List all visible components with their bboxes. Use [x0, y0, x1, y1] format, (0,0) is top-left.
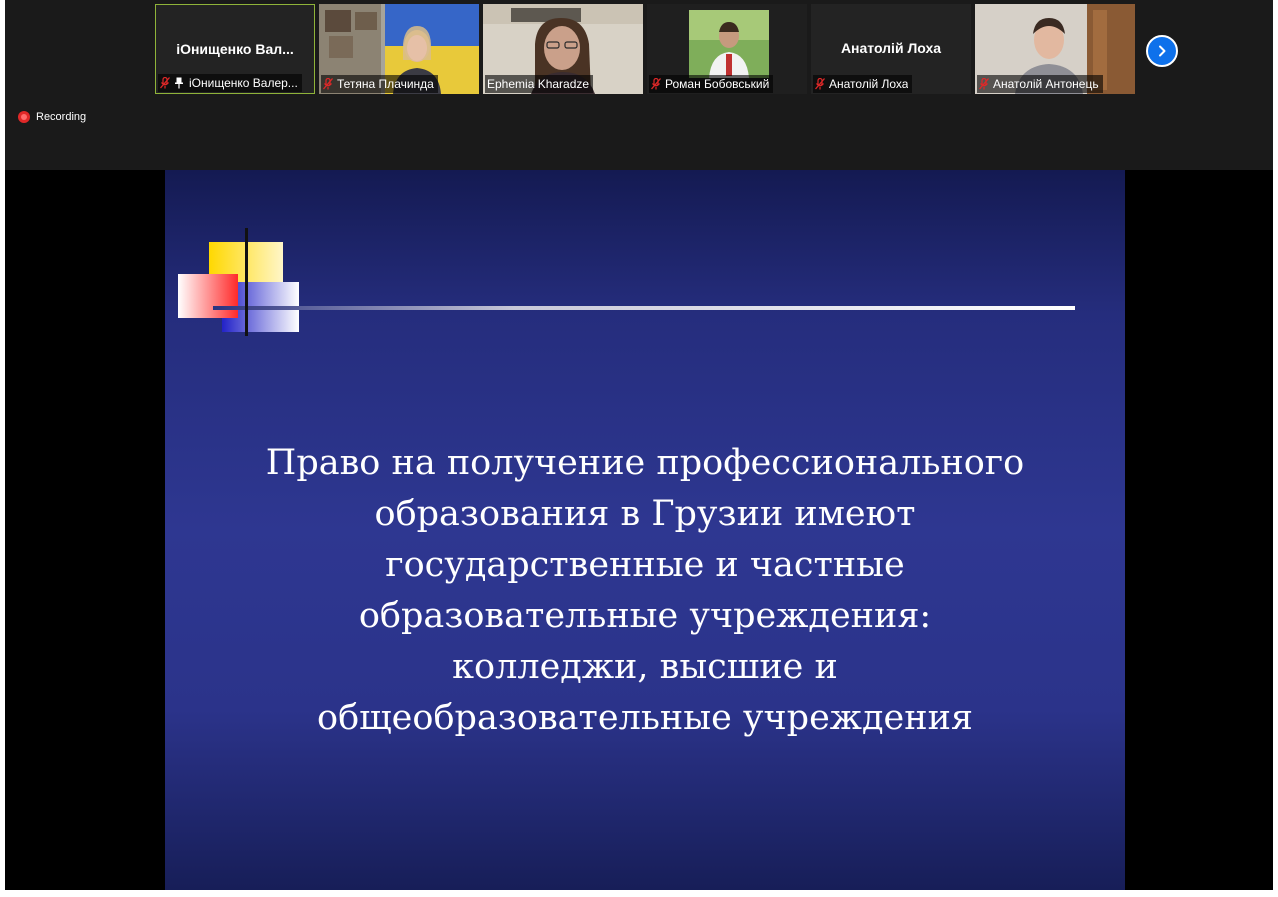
mic-off-icon	[160, 77, 170, 89]
mic-off-icon	[815, 78, 825, 90]
participant-name-label: Роман Бобовський	[665, 77, 770, 91]
participant-name-label: іОнищенко Валер...	[189, 76, 298, 90]
participant-name-label: Анатолій Лоха	[829, 77, 909, 91]
slide-decoration	[178, 228, 1075, 336]
participant-tile-6[interactable]: Анатолій Антонець	[975, 4, 1135, 94]
participant-name-label: Тетяна Плачинда	[337, 77, 434, 91]
participant-name-label: Ephemia Kharadze	[487, 77, 590, 91]
participant-display-name: іОнищенко Вал...	[176, 41, 294, 57]
zoom-meeting-window: іОнищенко Вал... іОнищенко Валер... Тетя…	[5, 0, 1273, 890]
mic-off-icon	[651, 78, 661, 90]
recording-label: Recording	[36, 111, 87, 123]
participant-tile-5[interactable]: Анатолій Лоха Анатолій Лоха	[811, 4, 971, 94]
pin-icon	[175, 77, 183, 89]
participant-name-tag: Ephemia Kharadze	[485, 75, 594, 93]
participant-tile-1[interactable]: іОнищенко Вал... іОнищенко Валер...	[155, 4, 315, 94]
participant-name-label: Анатолій Антонець	[993, 77, 1099, 91]
participant-name-tag: іОнищенко Валер...	[158, 74, 302, 92]
participant-tile-2[interactable]: Тетяна Плачинда	[319, 4, 479, 94]
participant-name-tag: Анатолій Лоха	[813, 75, 913, 93]
participant-name-tag: Тетяна Плачинда	[321, 75, 438, 93]
screen-share-area: Право на получение профессионального обр…	[5, 170, 1273, 890]
presentation-slide: Право на получение профессионального обр…	[165, 170, 1125, 890]
mic-off-icon	[979, 78, 989, 90]
participant-tile-4[interactable]: Роман Бобовський	[647, 4, 807, 94]
participant-display-name: Анатолій Лоха	[840, 40, 942, 56]
chevron-right-icon	[1159, 45, 1166, 57]
mic-off-icon	[323, 78, 333, 90]
participant-name-tag: Анатолій Антонець	[977, 75, 1103, 93]
participant-name-tag: Роман Бобовський	[649, 75, 774, 93]
next-participants-button[interactable]	[1146, 35, 1178, 67]
recording-indicator[interactable]: Recording	[18, 111, 86, 123]
recording-dot-icon	[18, 111, 30, 123]
window-bottom-edge	[0, 890, 1278, 897]
slide-body-text: Право на получение профессионального обр…	[265, 443, 1025, 738]
participants-bar: іОнищенко Вал... іОнищенко Валер... Тетя…	[5, 0, 1273, 170]
participant-tile-3[interactable]: Ephemia Kharadze	[483, 4, 643, 94]
